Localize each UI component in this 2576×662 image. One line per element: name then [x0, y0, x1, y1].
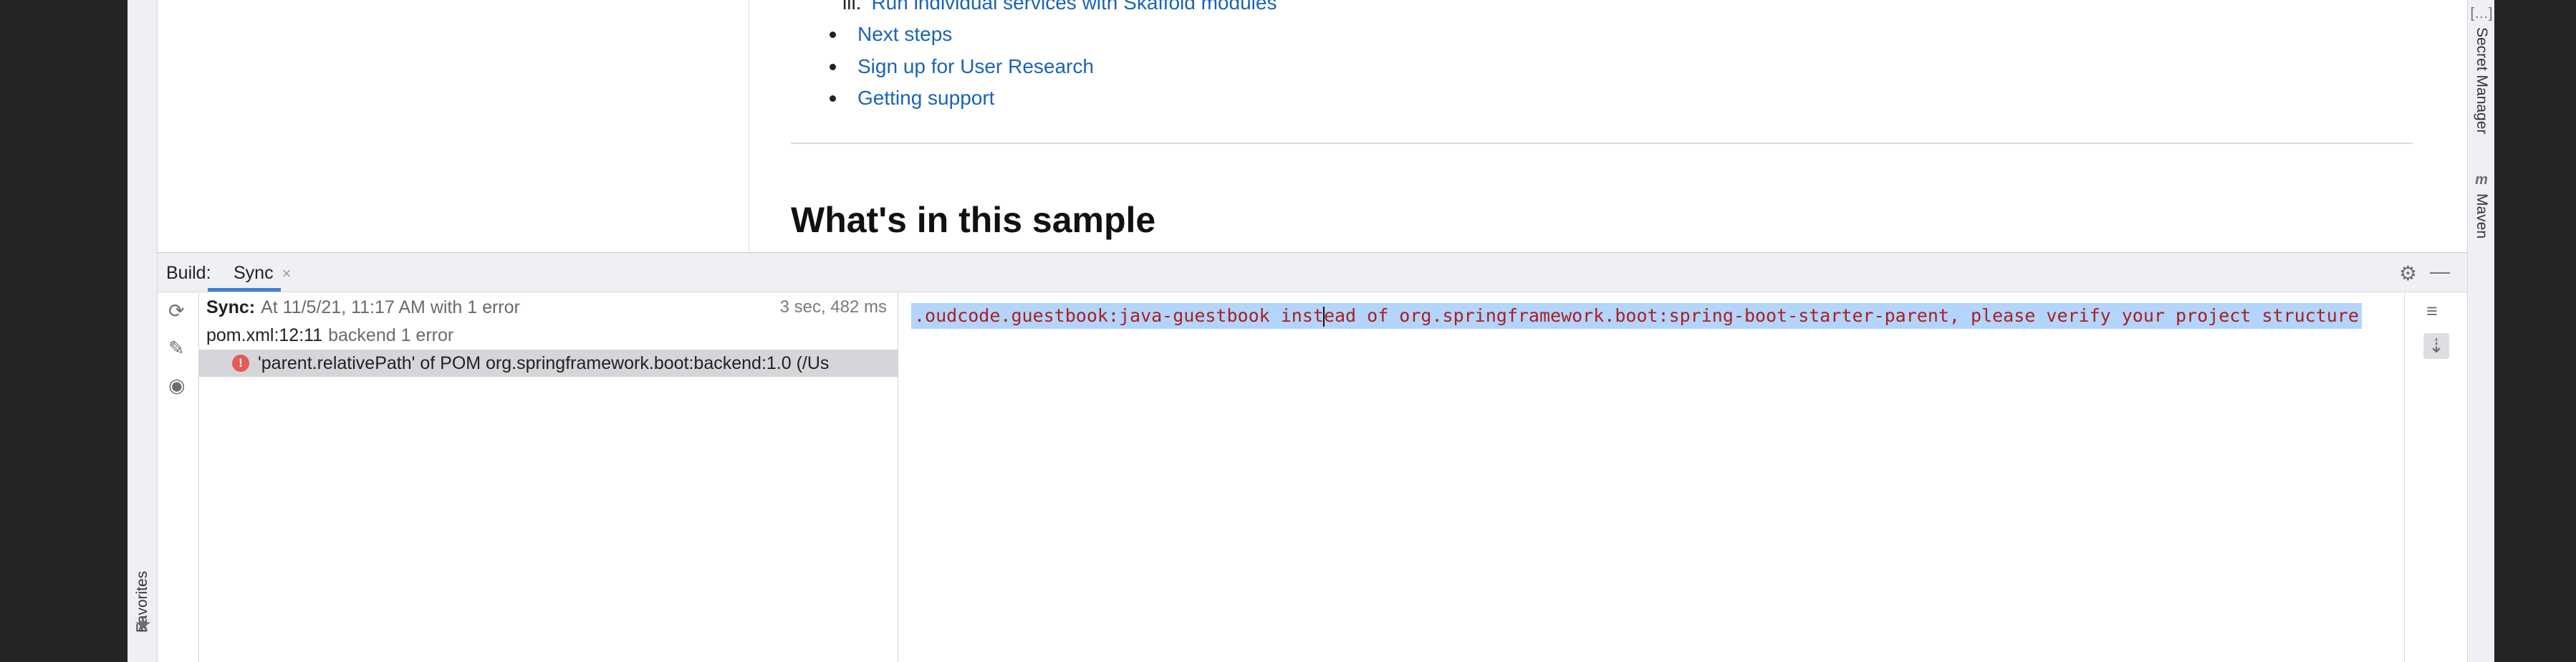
error-icon: ! [232, 355, 249, 372]
bullet [830, 63, 836, 70]
horizontal-rule [791, 143, 2413, 144]
nav-subitem-number: iii. [842, 0, 862, 14]
tree-row-error[interactable]: ! 'parent.relativePath' of POM org.sprin… [199, 350, 898, 377]
tree-row-pom[interactable]: pom.xml:12:11 backend 1 error [199, 322, 898, 349]
close-icon[interactable]: × [282, 264, 292, 283]
build-title: Build: [166, 263, 211, 283]
tab-sync[interactable]: Sync × [219, 253, 305, 292]
star-icon: ★ [134, 613, 153, 635]
secret-manager-label: Secret Manager [2474, 27, 2490, 135]
nav-subitem[interactable]: iii. Run individual services with Skaffo… [842, 0, 1277, 14]
build-console[interactable]: .oudcode.guestbook:java-guestbook instea… [898, 293, 2404, 662]
nav-link[interactable]: Next steps [857, 23, 952, 46]
scroll-to-end-icon[interactable]: ⇣ [2423, 333, 2449, 359]
refresh-icon[interactable]: ⟳ [168, 300, 185, 322]
secret-manager-icon: […] [2470, 6, 2493, 21]
nav-link[interactable]: Sign up for User Research [857, 55, 1094, 78]
tab-sync-label: Sync [234, 263, 274, 283]
doc-content: iii. Run individual services with Skaffo… [791, 0, 2413, 252]
maven-tool-button[interactable]: m Maven [2468, 172, 2495, 258]
minimize-icon[interactable]: — [2430, 260, 2450, 283]
active-tab-indicator [208, 288, 281, 292]
console-text-after-caret: ead of org.springframework.boot:spring-b… [1323, 305, 2359, 326]
favorites-tool-button[interactable]: Favorites ★ [129, 486, 156, 636]
build-right-toolbar: ≡ ⇣ [2404, 293, 2467, 662]
left-tool-strip: Favorites ★ [128, 0, 158, 662]
right-tool-strip: […] Secret Manager m Maven [2467, 0, 2494, 662]
sync-duration: 3 sec, 482 ms [779, 297, 887, 317]
nav-item-user-research[interactable]: Sign up for User Research [828, 55, 1094, 78]
bullet [830, 95, 836, 102]
pom-detail: backend 1 error [328, 325, 454, 345]
sync-status: At 11/5/21, 11:17 AM with 1 error [261, 297, 520, 317]
nav-subitem-link[interactable]: Run individual services with Skaffold mo… [871, 0, 1277, 14]
bullet [830, 31, 836, 38]
ide-window: Favorites ★ iii. Run individual services… [128, 0, 2494, 662]
error-message: 'parent.relativePath' of POM org.springf… [258, 352, 830, 373]
soft-wrap-icon[interactable]: ≡ [2426, 300, 2438, 322]
tree-row-sync[interactable]: Sync: At 11/5/21, 11:17 AM with 1 error … [199, 294, 898, 321]
build-header: Build: Sync × ⚙ — [158, 253, 2467, 292]
console-selected-line[interactable]: .oudcode.guestbook:java-guestbook instea… [911, 303, 2362, 329]
sync-label: Sync: [206, 297, 256, 317]
build-tree: Sync: At 11/5/21, 11:17 AM with 1 error … [199, 293, 898, 662]
document-viewer: iii. Run individual services with Skaffo… [158, 0, 2467, 252]
build-tool-window: Build: Sync × ⚙ — ⟳ ✎ ◉ Sync: At 11/5/21… [158, 252, 2467, 662]
pom-location: pom.xml:12:11 [206, 325, 323, 345]
gear-icon[interactable]: ⚙ [2399, 262, 2417, 285]
build-left-toolbar: ⟳ ✎ ◉ [158, 293, 199, 662]
nav-item-getting-support[interactable]: Getting support [828, 87, 994, 110]
nav-item-next-steps[interactable]: Next steps [828, 23, 952, 46]
secret-manager-tool-button[interactable]: […] Secret Manager [2468, 6, 2495, 149]
maven-icon: m [2475, 172, 2488, 188]
maven-label: Maven [2474, 193, 2490, 239]
eye-icon[interactable]: ◉ [168, 375, 186, 397]
console-text-before-caret: .oudcode.guestbook:java-guestbook inst [914, 305, 1324, 326]
doc-sidebar-area [158, 0, 749, 252]
nav-link[interactable]: Getting support [857, 87, 994, 110]
section-heading: What's in this sample [791, 200, 1156, 240]
pin-icon[interactable]: ✎ [168, 337, 185, 360]
